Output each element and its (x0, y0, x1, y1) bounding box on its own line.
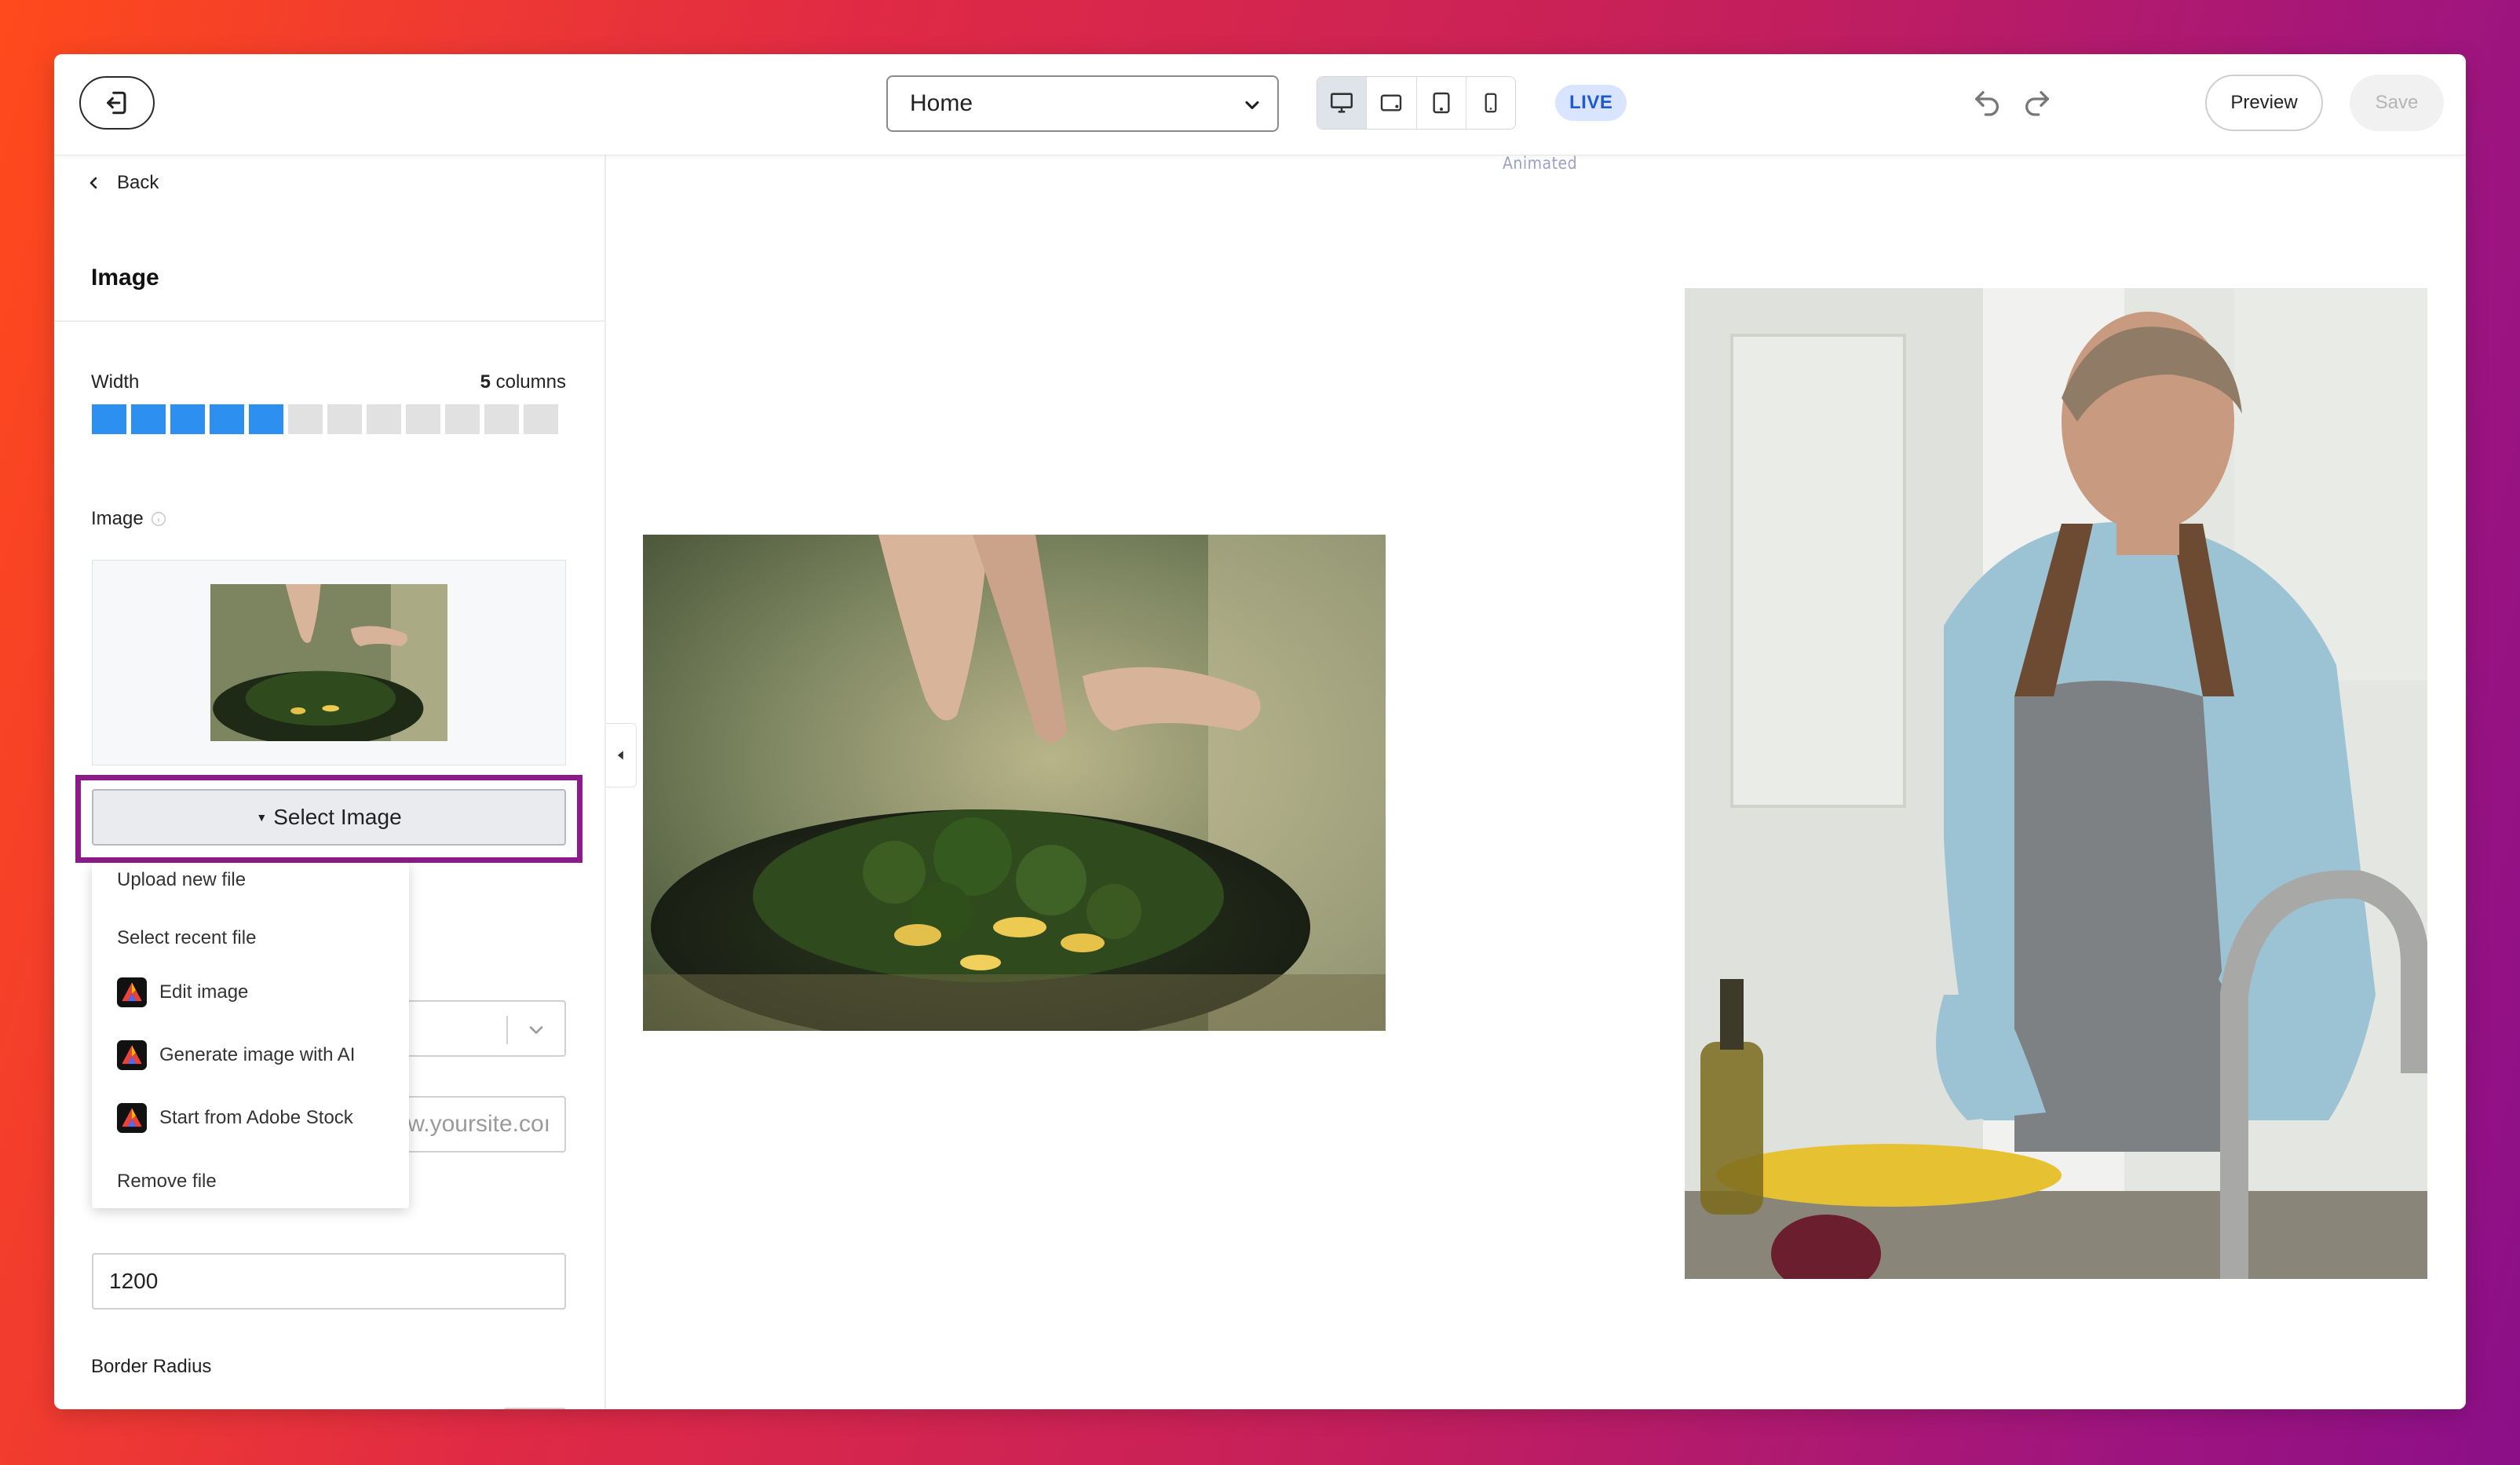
top-toolbar: Home LIVE Preview Save (54, 54, 2466, 155)
width-column-cell[interactable] (327, 404, 362, 434)
border-radius-input[interactable]: 4 (503, 1408, 566, 1409)
desktop-icon (1331, 93, 1353, 113)
caret-left-icon (617, 751, 623, 760)
page-select-value: Home (910, 90, 973, 116)
menu-item-label: Edit image (159, 981, 249, 1003)
back-link[interactable]: Back (84, 172, 159, 194)
info-icon[interactable] (150, 510, 167, 528)
device-switcher (1317, 76, 1516, 130)
caret-down-icon: ▼ (256, 811, 268, 824)
menu-item-label: Generate image with AI (159, 1044, 356, 1065)
canvas-image-food[interactable] (643, 535, 1386, 1031)
section-title: Image (91, 265, 159, 290)
redo-icon[interactable] (2021, 87, 2053, 119)
desktop-view-button[interactable] (1317, 77, 1368, 129)
width-column-cell[interactable] (131, 404, 166, 434)
width-column-cell[interactable] (406, 404, 440, 434)
image-size-input[interactable]: 1200 (92, 1253, 566, 1310)
menu-item-label: Upload new file (117, 869, 247, 890)
width-label: Width (91, 371, 140, 393)
back-label: Back (117, 172, 159, 193)
mobile-icon (1485, 93, 1497, 113)
tablet-portrait-icon (1433, 92, 1450, 114)
width-column-selector[interactable] (92, 404, 558, 434)
settings-sidebar: Back Image Width 5 columns Image w.yours… (54, 155, 606, 1409)
exit-icon (107, 91, 126, 115)
width-column-cell[interactable] (92, 404, 126, 434)
width-column-cell[interactable] (367, 404, 401, 434)
live-status-badge: LIVE (1555, 85, 1627, 121)
undo-icon[interactable] (1971, 87, 2003, 119)
thumbnail-photo (210, 584, 447, 741)
menu-item-edit-image[interactable]: Edit image (117, 977, 248, 1007)
page-select[interactable]: Home (886, 75, 1279, 132)
canvas-image-chef[interactable] (1685, 288, 2427, 1279)
image-thumbnail (210, 584, 447, 741)
width-column-cell[interactable] (484, 404, 519, 434)
tablet-landscape-view-button[interactable] (1367, 77, 1417, 129)
menu-item-generate-image-ai[interactable]: Generate image with AI (117, 1040, 355, 1070)
collapse-sidebar-button[interactable] (606, 723, 637, 787)
width-value: 5 columns (480, 371, 566, 393)
save-button[interactable]: Save (2350, 75, 2444, 131)
image-label-text: Image (91, 508, 144, 529)
select-image-button[interactable]: ▼ Select Image (92, 789, 566, 846)
chevron-down-icon (529, 1026, 543, 1034)
select-image-label: Select Image (273, 805, 402, 829)
width-value-unit: columns (490, 371, 566, 393)
menu-item-label: Select recent file (117, 927, 257, 948)
chevron-left-icon (89, 177, 97, 189)
mobile-view-button[interactable] (1466, 77, 1515, 129)
border-radius-label: Border Radius (91, 1356, 212, 1377)
menu-item-select-recent-file[interactable]: Select recent file (117, 927, 256, 949)
menu-item-remove-file[interactable]: Remove file (117, 1171, 217, 1193)
chef-photo (1685, 288, 2427, 1279)
editor-window: Home LIVE Preview Save Animated Back Ima… (54, 54, 2466, 1409)
animated-label: Animated (1503, 154, 1578, 173)
width-column-cell[interactable] (445, 404, 480, 434)
menu-item-label: Remove file (117, 1171, 217, 1192)
width-column-cell[interactable] (524, 404, 558, 434)
preview-button[interactable]: Preview (2205, 75, 2323, 131)
divider (54, 320, 604, 322)
select-image-menu: Upload new file Select recent file Edit … (92, 863, 409, 1208)
select-separator (506, 1016, 508, 1044)
width-column-cell[interactable] (210, 404, 244, 434)
adobe-express-icon (117, 1103, 147, 1133)
food-photo (643, 535, 1386, 1031)
adobe-express-icon (117, 977, 147, 1007)
image-preview-box (92, 560, 566, 765)
tablet-landscape-icon (1381, 94, 1402, 111)
image-field-label: Image (91, 508, 167, 530)
exit-button[interactable] (79, 76, 155, 130)
adobe-express-icon (117, 1040, 147, 1070)
width-column-cell[interactable] (170, 404, 205, 434)
width-column-cell[interactable] (249, 404, 283, 434)
width-column-cell[interactable] (288, 404, 323, 434)
tablet-portrait-view-button[interactable] (1417, 77, 1466, 129)
chevron-down-icon (1245, 100, 1259, 110)
menu-item-upload-new-file[interactable]: Upload new file (117, 869, 246, 891)
menu-item-adobe-stock[interactable]: Start from Adobe Stock (117, 1103, 353, 1133)
width-value-number: 5 (480, 371, 491, 393)
menu-item-label: Start from Adobe Stock (159, 1107, 353, 1128)
